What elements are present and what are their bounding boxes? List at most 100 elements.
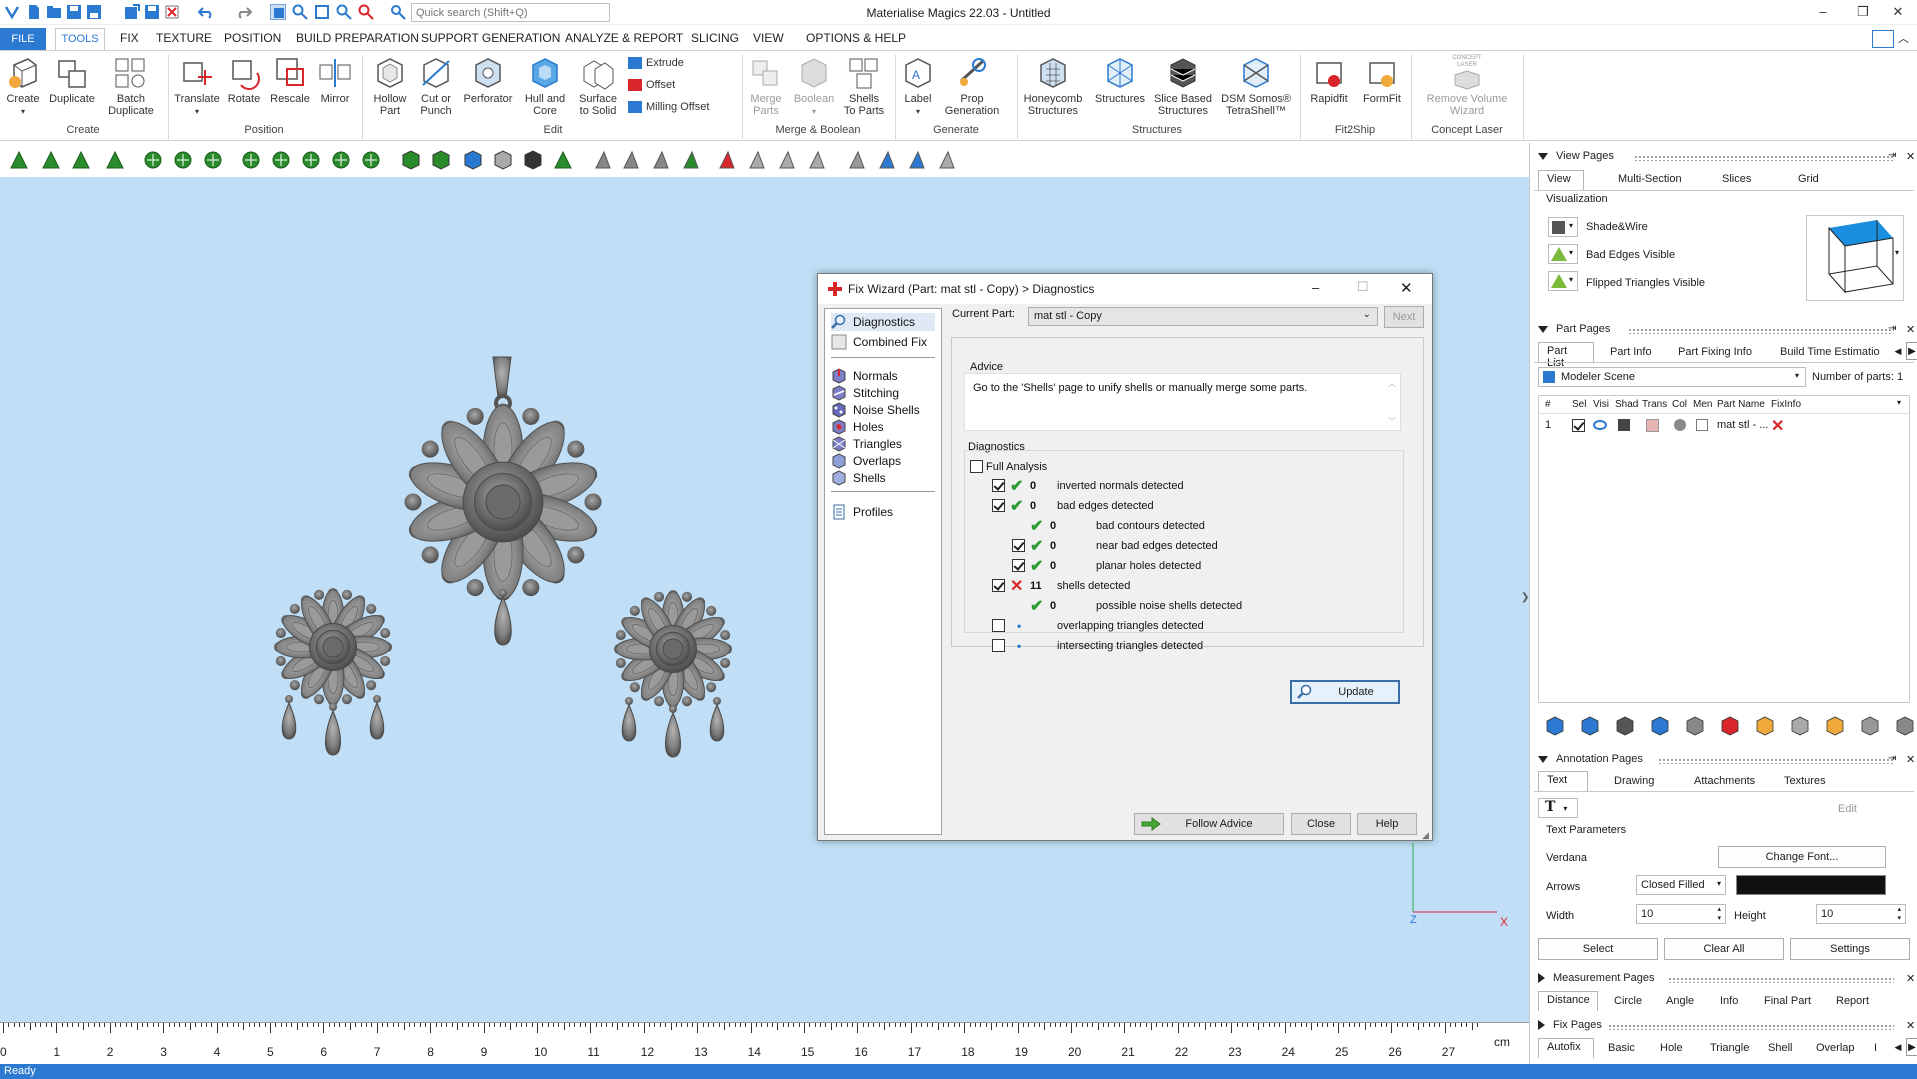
slice-based-structures-button[interactable]: Slice Based Structures	[1152, 55, 1214, 117]
close-dialog-button[interactable]: Close	[1291, 813, 1351, 835]
structures-button[interactable]: Structures	[1090, 55, 1150, 105]
rescale-button[interactable]: Rescale	[268, 55, 312, 105]
diagnostic-checkbox[interactable]	[992, 619, 1005, 632]
tab-autofix[interactable]: Autofix	[1538, 1038, 1594, 1058]
shells-to-parts-button[interactable]: Shells To Parts	[840, 55, 888, 117]
dialog-minimize-button[interactable]: –	[1312, 280, 1319, 295]
ribbon-collapse-icon[interactable]: ︿	[1898, 30, 1909, 46]
translate-button[interactable]: Translate ▾	[172, 55, 222, 118]
panel-close-icon[interactable]: ✕	[1906, 323, 1915, 336]
tab-tools[interactable]: TOOLS	[55, 28, 105, 50]
mark-triangle2-icon[interactable]	[620, 149, 642, 171]
text-tool-dropdown[interactable]: T ▾	[1538, 798, 1578, 818]
dialog-title-bar[interactable]: Fix Wizard (Part: mat stl - Copy) > Diag…	[818, 274, 1432, 304]
hollow-part-button[interactable]: Hollow Part	[366, 55, 414, 117]
checkbox-list-icon[interactable]	[1614, 715, 1636, 737]
formfit-button[interactable]: FormFit	[1358, 55, 1406, 105]
brush-icon[interactable]	[1789, 715, 1811, 737]
tab-report[interactable]: Report	[1836, 995, 1869, 1007]
list-icon[interactable]	[1894, 715, 1916, 737]
update-button[interactable]: Update	[1290, 680, 1400, 704]
height-stepper[interactable]: 10 ▴ ▾	[1816, 904, 1906, 924]
nav-overlaps[interactable]: Overlaps	[831, 452, 901, 470]
tab-textures[interactable]: Textures	[1784, 775, 1826, 787]
unmark-icon[interactable]	[716, 149, 738, 171]
view-top-icon[interactable]	[400, 149, 422, 171]
select-marker-icon[interactable]	[40, 149, 62, 171]
tab-support-generation[interactable]: SUPPORT GENERATION	[421, 31, 560, 45]
restore-button[interactable]: ❐	[1848, 2, 1878, 22]
tab-attachments[interactable]: Attachments	[1694, 775, 1755, 787]
current-part-dropdown[interactable]: mat stl - Copy ⌄	[1028, 307, 1378, 326]
tab-basic[interactable]: Basic	[1608, 1042, 1635, 1054]
tab-options-help[interactable]: OPTIONS & HELP	[806, 31, 906, 45]
remove-part-icon[interactable]	[1719, 715, 1741, 737]
label-button[interactable]: A Label ▾	[898, 55, 938, 118]
col-select[interactable]: Sel	[1572, 399, 1586, 410]
select-curve-icon[interactable]	[70, 149, 92, 171]
tab-part-info[interactable]: Part Info	[1610, 346, 1652, 358]
batch-duplicate-button[interactable]: Batch Duplicate	[104, 55, 158, 117]
tab-final-part[interactable]: Final Part	[1764, 995, 1811, 1007]
measurement-pages-header[interactable]: Measurement Pages ✕	[1538, 972, 1917, 990]
tri-outline-icon[interactable]	[846, 149, 868, 171]
remove-volume-wizard-button[interactable]: CONCEPT LASER Remove Volume Wizard	[1414, 55, 1520, 117]
diagnostic-checkbox[interactable]	[992, 479, 1005, 492]
diagnostic-checkbox[interactable]	[992, 579, 1005, 592]
col-transparency[interactable]: Trans	[1642, 399, 1667, 410]
change-font-button[interactable]: Change Font...	[1718, 846, 1886, 868]
color-swatch[interactable]	[1736, 875, 1886, 895]
part-pages-header[interactable]: Part Pages ⇥ ✕	[1538, 323, 1917, 341]
nav-noise-shells[interactable]: Noise Shells	[831, 401, 920, 419]
extrude-button[interactable]: Extrude	[628, 57, 684, 70]
col-visible[interactable]: Visi	[1593, 399, 1609, 410]
select-ring-icon[interactable]	[330, 149, 352, 171]
tab-file[interactable]: FILE	[0, 28, 46, 50]
tab-scroll-left-icon[interactable]: ◀	[1892, 343, 1904, 359]
help-button[interactable]: Help	[1357, 813, 1417, 835]
edit-button[interactable]: Edit	[1838, 803, 1857, 815]
scene-icon2[interactable]	[1754, 715, 1776, 737]
width-stepper[interactable]: 10 ▴ ▾	[1636, 904, 1726, 924]
select-sphere-icon[interactable]	[270, 149, 292, 171]
bad-edges-dropdown[interactable]: ▾	[1548, 244, 1578, 264]
view-shade-icon[interactable]	[522, 149, 544, 171]
tab-scroll-right-icon[interactable]: ▶	[1906, 342, 1917, 360]
pendant-model[interactable]	[404, 356, 602, 646]
layer-icon[interactable]	[1859, 715, 1881, 737]
tab-more[interactable]: I	[1874, 1042, 1877, 1054]
panel-close-icon[interactable]: ✕	[1906, 972, 1915, 985]
flipped-triangles-dropdown[interactable]: ▾	[1548, 271, 1578, 291]
dialog-close-button[interactable]: ✕	[1400, 279, 1413, 297]
tab-text[interactable]: Text	[1538, 771, 1588, 791]
tab-view[interactable]: VIEW	[753, 31, 784, 45]
tab-shell[interactable]: Shell	[1768, 1042, 1792, 1054]
fix-pages-header[interactable]: Fix Pages ✕	[1538, 1019, 1917, 1037]
panel-close-icon[interactable]: ✕	[1906, 753, 1915, 766]
nav-shells[interactable]: Shells	[831, 469, 886, 487]
close-button[interactable]: ✕	[1883, 2, 1913, 22]
select-lasso-icon[interactable]	[300, 149, 322, 171]
mark-triangle3-icon[interactable]	[650, 149, 672, 171]
merge-parts-button[interactable]: Merge Parts	[746, 55, 786, 117]
tab-build-time-estimation[interactable]: Build Time Estimatio	[1780, 346, 1890, 358]
select-surface-icon[interactable]	[104, 149, 126, 171]
select-cylinder-icon[interactable]	[360, 149, 382, 171]
clear-all-button[interactable]: Clear All	[1664, 938, 1784, 960]
select-button[interactable]: Select	[1538, 938, 1658, 960]
import-part-icon[interactable]	[1544, 715, 1566, 737]
select-shell-icon[interactable]	[172, 149, 194, 171]
tab-slicing[interactable]: SLICING	[691, 31, 739, 45]
pin-icon[interactable]: ⇥	[1888, 753, 1896, 764]
tab-multi-section[interactable]: Multi-Section	[1618, 173, 1682, 185]
view-part-icon[interactable]	[552, 149, 574, 171]
row-select-checkbox[interactable]	[1572, 419, 1585, 432]
prop-generation-button[interactable]: Prop Generation	[942, 55, 1002, 117]
shaded-icon[interactable]	[1618, 419, 1630, 431]
pin-icon[interactable]: ⇥	[1888, 150, 1896, 161]
rotate-button[interactable]: Rotate	[224, 55, 264, 105]
col-shade[interactable]: Shad	[1615, 399, 1638, 410]
tab-part-fixing-info[interactable]: Part Fixing Info	[1678, 346, 1752, 358]
visibility-toggle-icon[interactable]	[1579, 715, 1601, 737]
view-cube[interactable]: ▾	[1806, 215, 1904, 301]
